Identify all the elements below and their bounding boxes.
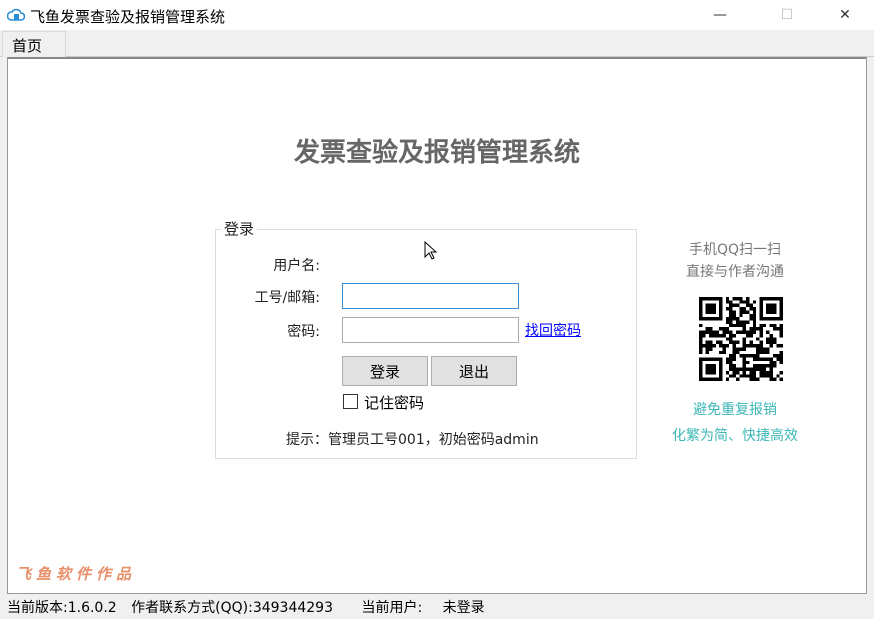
- status-bar: 当前版本:1.6.0.2 作者联系方式(QQ):349344293 当前用户: …: [0, 595, 874, 619]
- login-hint: 提示：管理员工号001，初始密码admin: [286, 432, 539, 448]
- remember-password-label[interactable]: 记住密码: [364, 392, 424, 413]
- id-label: 工号/邮箱:: [254, 290, 320, 306]
- tab-home[interactable]: 首页: [2, 31, 66, 57]
- brand-watermark: 飞鱼软件作品: [16, 565, 137, 583]
- close-button[interactable]: ✕: [822, 0, 868, 30]
- forgot-password-link[interactable]: 找回密码: [525, 320, 581, 340]
- password-label: 密码:: [287, 324, 320, 340]
- tab-strip: [0, 30, 874, 57]
- password-input[interactable]: [342, 317, 519, 343]
- qr-caption-1: 手机QQ扫一扫: [688, 242, 782, 258]
- current-user-value: 未登录: [442, 600, 485, 616]
- login-button[interactable]: 登录: [342, 356, 428, 386]
- login-group-label: 登录: [221, 218, 258, 239]
- slogan-1: 避免重复报销: [693, 402, 777, 418]
- exit-button[interactable]: 退出: [431, 356, 517, 386]
- version-text: 当前版本:1.6.0.2: [7, 600, 117, 616]
- minimize-button[interactable]: —: [697, 0, 743, 30]
- mouse-cursor-icon: [424, 241, 438, 260]
- maximize-button[interactable]: ☐: [764, 0, 810, 30]
- window-title: 飞鱼发票查验及报销管理系统: [30, 8, 226, 26]
- qr-caption-2: 直接与作者沟通: [686, 264, 784, 280]
- id-input[interactable]: [342, 283, 519, 309]
- contact-text: 作者联系方式(QQ):349344293: [131, 600, 334, 616]
- page-title: 发票查验及报销管理系统: [293, 138, 580, 168]
- current-user-label: 当前用户:: [361, 600, 423, 616]
- username-label: 用户名:: [273, 258, 320, 274]
- slogan-2: 化繁为简、快捷高效: [672, 428, 798, 444]
- qr-code-icon: [699, 297, 783, 381]
- title-bar: 飞鱼发票查验及报销管理系统 — ☐ ✕: [0, 0, 874, 30]
- remember-password-checkbox[interactable]: [343, 394, 358, 409]
- app-logo-icon: [7, 8, 25, 21]
